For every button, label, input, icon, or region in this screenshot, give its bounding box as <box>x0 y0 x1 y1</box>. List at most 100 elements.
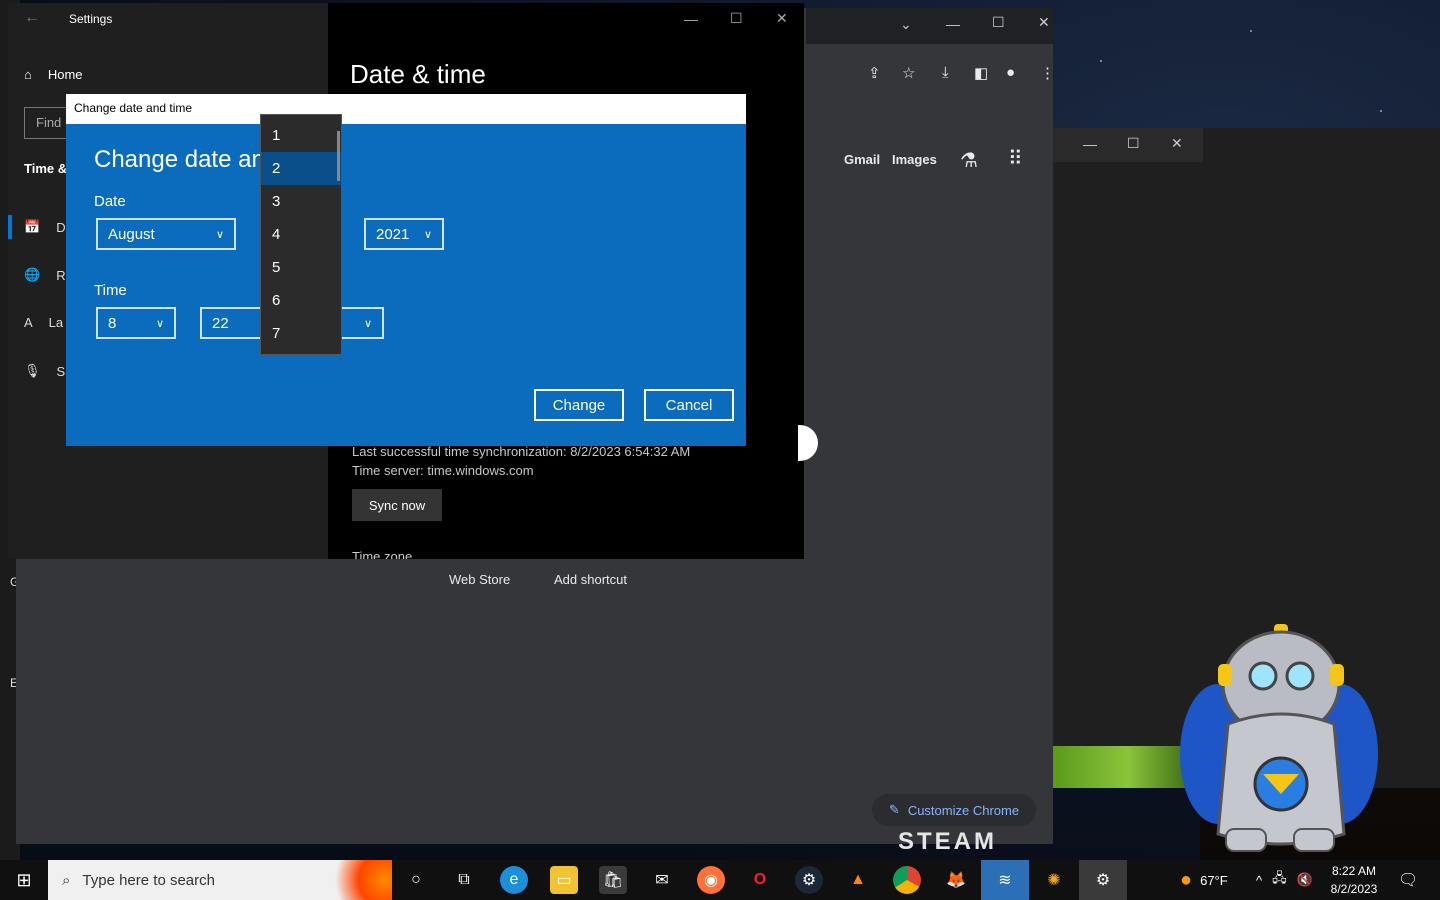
app-icon[interactable]: ≋ <box>991 866 1019 894</box>
change-button[interactable]: Change <box>534 389 624 421</box>
chevron-down-icon: ∨ <box>363 317 372 330</box>
chrome-icon[interactable] <box>893 866 921 894</box>
mail-icon[interactable]: ✉ <box>648 866 676 894</box>
labs-icon[interactable]: ⚗ <box>960 148 978 173</box>
close-icon[interactable]: ✕ <box>776 10 788 27</box>
search-placeholder: Type here to search <box>82 871 215 889</box>
change-date-time-dialog: Change date and time Change date and tim… <box>66 94 746 446</box>
chevron-down-icon: ∨ <box>423 228 432 241</box>
taskbar-search-input[interactable]: ⌕ Type here to search <box>48 860 392 900</box>
home-icon: ⌂ <box>24 67 32 82</box>
firefox-icon[interactable]: ◉ <box>697 866 725 894</box>
network-icon[interactable]: 🖧 <box>1272 869 1287 891</box>
year-value: 2021 <box>376 225 410 243</box>
robot-mascot-image <box>1180 624 1378 852</box>
sidebar-item-language[interactable]: A La <box>24 315 63 330</box>
dialog-titlebar: Change date and time <box>66 94 746 124</box>
cancel-button[interactable]: Cancel <box>644 389 734 421</box>
web-store-shortcut[interactable]: Web Store <box>449 572 510 587</box>
chrome-toolbar: ⇪ ☆ ⤓ ◧ ● ⋮ <box>806 44 1055 100</box>
search-highlight-image <box>322 860 392 900</box>
minimize-icon[interactable]: — <box>1083 136 1097 152</box>
dropdown-option[interactable]: 6 <box>261 284 341 317</box>
fox-app-icon[interactable]: 🦊 <box>942 866 970 894</box>
profile-icon[interactable]: ● <box>1006 64 1015 81</box>
month-value: August <box>108 225 155 243</box>
minimize-icon[interactable]: — <box>946 16 960 32</box>
hour-value: 8 <box>108 314 117 332</box>
opera-icon[interactable]: O <box>746 866 774 894</box>
dropdown-option[interactable]: 1 <box>261 119 341 152</box>
month-select[interactable]: August ∨ <box>96 218 236 250</box>
notifications-icon[interactable]: 🗨 <box>1398 860 1418 900</box>
store-icon[interactable]: 🛍 <box>599 866 627 894</box>
sidebar-item-date-time[interactable]: 📅 D <box>24 219 66 235</box>
weather-temp: 67°F <box>1200 872 1228 888</box>
task-view-icon[interactable]: ⧉ <box>450 866 478 894</box>
maximize-icon[interactable]: ☐ <box>992 14 1005 31</box>
language-icon: A <box>24 315 33 330</box>
edge-icon[interactable]: e <box>500 866 528 894</box>
nav-label: La <box>48 315 64 330</box>
star-icon[interactable]: ☆ <box>902 64 915 82</box>
hour-select[interactable]: 8 ∨ <box>96 307 176 339</box>
vlc-icon[interactable]: ▲ <box>844 866 872 894</box>
globe-icon: 🌐 <box>24 267 41 282</box>
side-panel-icon[interactable]: ◧ <box>974 64 988 82</box>
nav-label: D <box>56 219 66 235</box>
dialog-heading: Change date and time <box>94 146 260 173</box>
time-zone-label: Time zone <box>352 549 413 559</box>
download-icon[interactable]: ⤓ <box>942 64 949 81</box>
customize-chrome-button[interactable]: ✎ Customize Chrome <box>872 794 1036 826</box>
page-title: Date & time <box>350 59 486 89</box>
last-sync-text: Last successful time synchronization: 8/… <box>352 444 691 459</box>
home-nav-item[interactable]: ⌂ Home <box>24 67 83 82</box>
back-arrow-icon[interactable]: ← <box>24 9 40 27</box>
dropdown-option[interactable]: 3 <box>261 185 341 218</box>
sun-app-icon[interactable]: ✺ <box>1040 866 1068 894</box>
apps-grid-icon[interactable]: ⠿ <box>1008 146 1023 171</box>
settings-gear-icon[interactable]: ⚙ <box>1089 866 1117 894</box>
sync-now-button[interactable]: Sync now <box>352 489 442 521</box>
home-label: Home <box>47 67 83 82</box>
dropdown-option[interactable]: 4 <box>261 218 341 251</box>
section-title: Time & <box>24 161 68 176</box>
window-titlebar: — ☐ ✕ <box>1053 128 1203 162</box>
year-select[interactable]: 2021 ∨ <box>364 218 444 250</box>
close-icon[interactable]: ✕ <box>1038 14 1050 31</box>
customize-chrome-label: Customize Chrome <box>907 802 1020 818</box>
clock-date: 8/2/2023 <box>1330 882 1378 896</box>
tab-search-icon[interactable]: ⌄ <box>900 16 912 33</box>
steam-icon[interactable]: ⚙ <box>795 866 823 894</box>
minute-value: 22 <box>212 314 229 332</box>
volume-muted-icon[interactable]: 🔇 <box>1297 872 1313 888</box>
search-icon: ⌕ <box>62 871 71 889</box>
maximize-icon[interactable]: ☐ <box>730 10 743 27</box>
gmail-link[interactable]: Gmail <box>844 152 880 167</box>
sun-icon: ● <box>1180 868 1193 891</box>
chevron-down-icon: ∨ <box>215 228 224 241</box>
taskbar: ⊞ ⌕ Type here to search ○ ⧉ e ▭ 🛍 ✉ ◉ O … <box>0 860 1440 900</box>
windows-start-icon[interactable]: ⊞ <box>0 860 48 900</box>
menu-icon[interactable]: ⋮ <box>1040 64 1055 82</box>
dropdown-scrollbar[interactable] <box>337 131 340 181</box>
dropdown-option[interactable]: 7 <box>261 317 341 350</box>
chevron-up-icon[interactable]: ^ <box>1256 873 1262 888</box>
cortana-icon[interactable]: ○ <box>402 866 430 894</box>
minimize-icon[interactable]: — <box>684 11 698 27</box>
date-label: Date <box>94 193 126 210</box>
dropdown-option[interactable]: 5 <box>261 251 341 284</box>
nav-selected-indicator <box>8 215 12 239</box>
close-icon[interactable]: ✕ <box>1171 135 1183 152</box>
tray-icons: ^ 🖧 🔇 <box>1256 860 1313 900</box>
weather-widget[interactable]: ● 67°F <box>1180 860 1228 900</box>
file-explorer-icon[interactable]: ▭ <box>550 866 578 894</box>
add-shortcut[interactable]: Add shortcut <box>554 572 627 587</box>
day-dropdown-list[interactable]: 1 2 3 4 5 6 7 <box>260 114 342 355</box>
microphone-icon: 🎙 <box>24 363 41 378</box>
system-clock[interactable]: 8:22 AM 8/2/2023 <box>1324 862 1384 898</box>
maximize-icon[interactable]: ☐ <box>1127 135 1140 152</box>
share-icon[interactable]: ⇪ <box>868 64 881 82</box>
images-link[interactable]: Images <box>892 152 937 167</box>
dropdown-option-selected[interactable]: 2 <box>261 152 341 185</box>
